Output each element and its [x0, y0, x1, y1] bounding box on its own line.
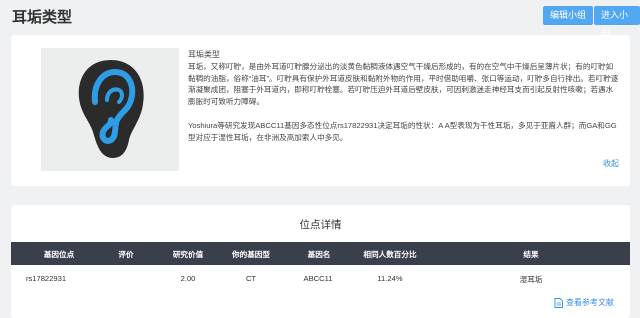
cell-gene-name: ABCC11: [303, 274, 333, 283]
cell-locus: rs17822931: [25, 274, 67, 283]
reference-label[interactable]: 查看参考文献: [566, 297, 614, 308]
ear-illustration: [41, 48, 179, 171]
cell-genotype: CT: [245, 274, 257, 283]
col-header-same-percent: 相同人数百分比: [363, 250, 417, 259]
ear-icon: [78, 60, 144, 158]
table-header: 基因位点 评价 研究价值 你的基因型 基因名 相同人数百分比 结果: [11, 242, 630, 265]
col-header-locus: 基因位点: [43, 250, 75, 259]
detail-title: 位点详情: [299, 219, 342, 231]
cell-result: 湿耳垢: [519, 275, 543, 284]
col-header-research-value: 研究价值: [172, 250, 204, 259]
trait-info-card: 耳垢类型 耳垢，又称叮聍，是由外耳道叮聍腺分泌出的淡黄色黏稠液体遇空气干燥后形成…: [11, 35, 630, 186]
col-header-result: 结果: [523, 250, 539, 259]
trait-title: 耳垢类型: [188, 50, 220, 59]
page-title: 耳垢类型: [12, 9, 73, 26]
trait-paragraph-1: 耳垢，又称叮聍，是由外耳道叮聍腺分泌出的淡黄色黏稠液体遇空气干燥后形成的，有的在…: [188, 61, 619, 107]
col-header-genotype: 你的基因型: [232, 250, 270, 259]
locus-detail-card: 位点详情 基因位点 评价 研究价值 你的基因型 基因名 相同人数百分比 结果 r…: [11, 205, 630, 318]
cell-research-value: 2.00: [180, 274, 196, 283]
cell-same-percent: 11.24%: [377, 274, 403, 283]
trait-paragraph-2: Yoshiura等研究发现ABCC11基因多态性位点rs17822931决定耳垢…: [188, 120, 617, 142]
edit-group-button[interactable]: 编辑小组: [543, 6, 594, 25]
document-icon: [554, 297, 563, 308]
trait-description: 耳垢类型 耳垢，又称叮聍，是由外耳道叮聍腺分泌出的淡黄色黏稠液体遇空气干燥后形成…: [188, 49, 620, 144]
reference-link[interactable]: 查看参考文献: [554, 297, 614, 308]
col-header-rating: 评价: [118, 250, 134, 259]
join-group-button[interactable]: 进入小组: [594, 6, 640, 39]
top-bar: 耳垢类型 编辑小组 进入小组: [0, 0, 640, 39]
col-header-gene-name: 基因名: [307, 250, 331, 259]
collapse-link[interactable]: 收起: [603, 158, 619, 169]
